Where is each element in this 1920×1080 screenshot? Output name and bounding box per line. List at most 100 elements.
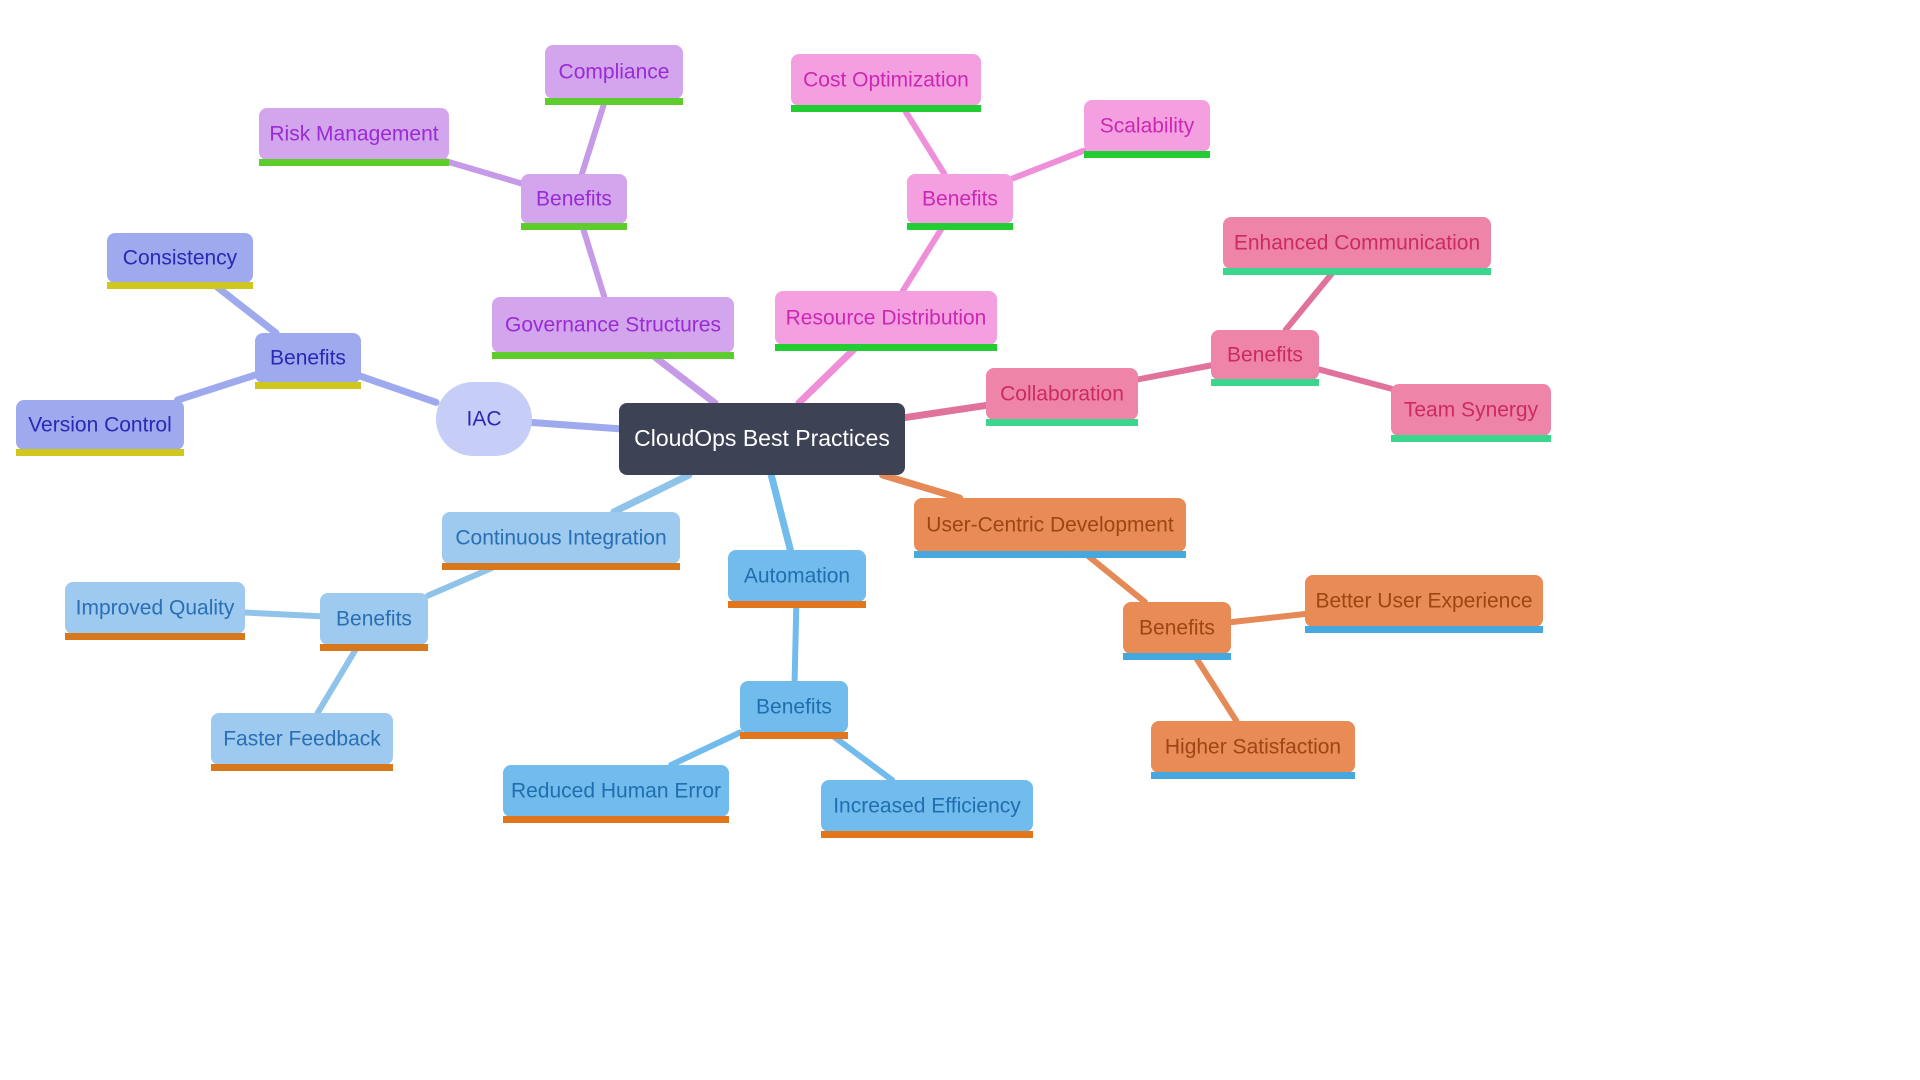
node-accent-underline xyxy=(545,98,683,105)
node-label: Faster Feedback xyxy=(223,728,381,751)
mind-map-node-governance[interactable]: Governance Structures xyxy=(492,297,734,359)
node-label: Benefits xyxy=(336,608,412,631)
node-label: Compliance xyxy=(559,61,670,84)
node-accent-underline xyxy=(107,282,253,289)
node-label: Benefits xyxy=(1227,344,1303,367)
mind-map-node-consistency[interactable]: Consistency xyxy=(107,233,253,289)
node-label: Risk Management xyxy=(269,123,438,146)
mind-map-edge xyxy=(1316,366,1394,392)
node-label: Cost Optimization xyxy=(803,69,969,92)
node-label: Consistency xyxy=(123,247,238,270)
mind-map-node-collab-benefits[interactable]: Benefits xyxy=(1211,330,1319,386)
mind-map-edge xyxy=(767,471,794,554)
mind-map-node-improved-quality[interactable]: Improved Quality xyxy=(65,582,245,640)
node-label: Improved Quality xyxy=(76,597,235,620)
node-accent-underline xyxy=(728,601,866,608)
mind-map-node-iac[interactable]: IAC xyxy=(436,382,532,456)
node-accent-underline xyxy=(65,633,245,640)
node-accent-underline xyxy=(907,223,1013,230)
mind-map-svg: CloudOps Best Practices IAC Benefits Consis… xyxy=(16,45,1551,838)
node-label: Version Control xyxy=(28,414,172,437)
node-accent-underline xyxy=(442,563,680,570)
mind-map-edge xyxy=(1282,266,1339,333)
node-accent-underline xyxy=(320,644,428,651)
mind-map-node-better-user-experience[interactable]: Better User Experience xyxy=(1305,575,1543,633)
node-label: Benefits xyxy=(756,696,832,719)
mind-map-node-continuous-integration[interactable]: Continuous Integration xyxy=(442,512,680,570)
mind-map-node-resource-distribution[interactable]: Resource Distribution xyxy=(775,291,997,351)
node-label: Enhanced Communication xyxy=(1234,232,1480,255)
mind-map-edge xyxy=(1228,611,1308,626)
mind-map-node-user-centric-development[interactable]: User-Centric Development xyxy=(914,498,1186,558)
mind-map-node-version-control[interactable]: Version Control xyxy=(16,400,184,456)
mind-map-node-res-benefits[interactable]: Benefits xyxy=(907,174,1013,230)
mind-map-node-auto-benefits[interactable]: Benefits xyxy=(740,681,848,739)
node-accent-underline xyxy=(986,419,1138,426)
mind-map-node-iac-benefits[interactable]: Benefits xyxy=(255,333,361,389)
node-accent-underline xyxy=(255,382,361,389)
node-accent-underline xyxy=(1305,626,1543,633)
node-accent-underline xyxy=(16,449,184,456)
node-accent-underline xyxy=(211,764,393,771)
node-label: Increased Efficiency xyxy=(833,795,1021,818)
mind-map-node-scalability[interactable]: Scalability xyxy=(1084,100,1210,158)
mind-map-node-automation[interactable]: Automation xyxy=(728,550,866,608)
node-label: Continuous Integration xyxy=(455,527,666,550)
mind-map-edge xyxy=(899,103,948,177)
node-accent-underline xyxy=(1211,379,1319,386)
node-label: Resource Distribution xyxy=(786,307,987,330)
nodes-layer: CloudOps Best Practices IAC Benefits Consis… xyxy=(16,45,1551,838)
node-label: Better User Experience xyxy=(1315,590,1532,613)
mind-map-node-risk-management[interactable]: Risk Management xyxy=(259,108,449,166)
node-accent-underline xyxy=(1223,268,1491,275)
mind-map-node-cost-optimization[interactable]: Cost Optimization xyxy=(791,54,981,112)
mind-map-edge xyxy=(899,221,948,294)
mind-map-edge xyxy=(668,729,743,768)
node-label: Governance Structures xyxy=(505,314,721,337)
node-label: IAC xyxy=(466,408,501,431)
mind-map-node-enhanced-communication[interactable]: Enhanced Communication xyxy=(1223,217,1491,275)
mind-map-node-ci-benefits[interactable]: Benefits xyxy=(320,593,428,651)
node-label: Automation xyxy=(744,565,850,588)
node-accent-underline xyxy=(259,159,449,166)
mind-map-node-increased-efficiency[interactable]: Increased Efficiency xyxy=(821,780,1033,838)
mind-map-edge xyxy=(357,372,440,406)
node-label: Benefits xyxy=(536,188,612,211)
mind-map-edge xyxy=(1135,362,1214,383)
node-accent-underline xyxy=(521,223,627,230)
node-label: Scalability xyxy=(1100,115,1195,138)
mind-map-node-gov-benefits[interactable]: Benefits xyxy=(521,174,627,230)
mind-map-edge xyxy=(825,730,896,783)
node-accent-underline xyxy=(503,816,729,823)
mind-map-node-collaboration[interactable]: Collaboration xyxy=(986,368,1138,426)
node-accent-underline xyxy=(1123,653,1231,660)
node-accent-underline xyxy=(821,831,1033,838)
mind-map-edge xyxy=(791,599,800,684)
node-label: Reduced Human Error xyxy=(511,780,721,803)
node-accent-underline xyxy=(1151,772,1355,779)
node-label: CloudOps Best Practices xyxy=(634,425,890,451)
mind-map-edge xyxy=(314,642,362,716)
node-accent-underline xyxy=(740,732,848,739)
node-label: Collaboration xyxy=(1000,383,1124,406)
mind-map-node-compliance[interactable]: Compliance xyxy=(545,45,683,105)
mind-map-canvas: CloudOps Best Practices IAC Benefits Consis… xyxy=(0,0,1920,1080)
node-label: Team Synergy xyxy=(1404,399,1539,422)
node-label: User-Centric Development xyxy=(926,514,1174,537)
node-accent-underline xyxy=(775,344,997,351)
node-label: Higher Satisfaction xyxy=(1165,736,1341,759)
mind-map-node-ucd-benefits[interactable]: Benefits xyxy=(1123,602,1231,660)
mind-map-edge xyxy=(528,418,623,433)
mind-map-node-team-synergy[interactable]: Team Synergy xyxy=(1391,384,1551,442)
node-accent-underline xyxy=(791,105,981,112)
mind-map-edge xyxy=(610,471,693,516)
mind-map-edge xyxy=(1190,651,1240,724)
mind-map-edge xyxy=(439,157,524,187)
mind-map-node-faster-feedback[interactable]: Faster Feedback xyxy=(211,713,393,771)
mind-map-edge xyxy=(901,401,990,422)
mind-map-node-root[interactable]: CloudOps Best Practices xyxy=(619,403,905,475)
node-accent-underline xyxy=(1084,151,1210,158)
mind-map-node-higher-satisfaction[interactable]: Higher Satisfaction xyxy=(1151,721,1355,779)
node-label: Benefits xyxy=(270,347,346,370)
mind-map-node-reduced-human-error[interactable]: Reduced Human Error xyxy=(503,765,729,823)
